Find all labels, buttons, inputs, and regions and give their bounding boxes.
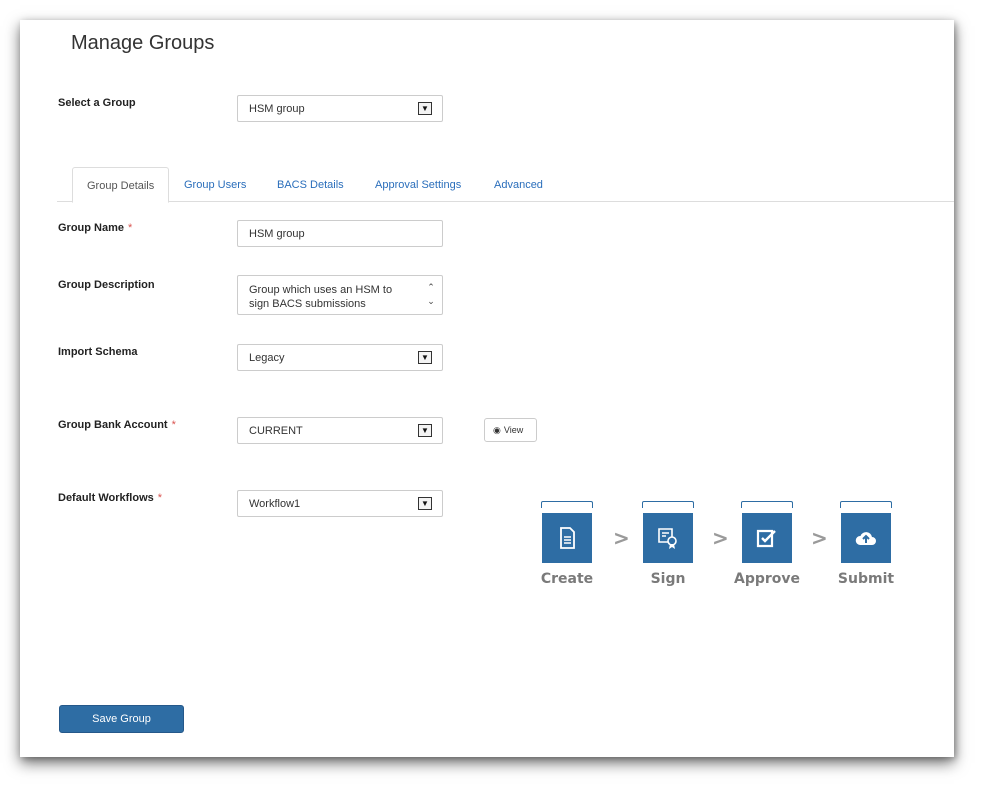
chevron-right-icon: > xyxy=(613,526,630,550)
tab-bacs-details[interactable]: BACS Details xyxy=(277,167,344,203)
group-tabs: Group Details Group Users BACS Details A… xyxy=(57,167,954,203)
step-cap xyxy=(642,501,694,508)
scroll-arrows-icon[interactable]: ⌃ ⌄ xyxy=(426,280,436,310)
step-cap xyxy=(741,501,793,508)
tab-approval-settings[interactable]: Approval Settings xyxy=(375,167,461,203)
cloud-upload-icon xyxy=(855,532,876,545)
group-description-label: Group Description xyxy=(58,279,155,291)
group-name-label: Group Name * xyxy=(58,222,132,234)
view-bank-account-button[interactable]: ◉ View xyxy=(484,418,537,442)
default-workflows-value: Workflow1 xyxy=(249,498,301,510)
step-box xyxy=(742,513,792,563)
step-cap xyxy=(541,501,593,508)
certificate-icon xyxy=(658,528,677,549)
chevron-down-icon: ▼ xyxy=(418,351,432,364)
chevron-down-icon: ▼ xyxy=(418,497,432,510)
required-marker: * xyxy=(157,492,163,504)
group-bank-account-value: CURRENT xyxy=(249,425,303,437)
required-marker: * xyxy=(171,419,176,431)
group-description-textarea[interactable]: Group which uses an HSM to sign BACS sub… xyxy=(237,275,443,315)
chevron-right-icon: > xyxy=(712,526,729,550)
import-schema-label: Import Schema xyxy=(58,346,138,358)
default-workflows-dropdown[interactable]: Workflow1 ▼ xyxy=(237,490,443,517)
group-description-value: Group which uses an HSM to sign BACS sub… xyxy=(249,284,393,310)
step-cap xyxy=(840,501,892,508)
group-name-label-text: Group Name xyxy=(58,222,125,234)
step-label-create: Create xyxy=(540,571,594,587)
select-group-value: HSM group xyxy=(249,103,305,115)
group-bank-account-label-text: Group Bank Account xyxy=(58,419,168,431)
tab-group-details[interactable]: Group Details xyxy=(72,167,170,203)
select-group-dropdown[interactable]: HSM group ▼ xyxy=(237,95,443,122)
eye-icon: ◉ xyxy=(493,425,501,435)
import-schema-value: Legacy xyxy=(249,352,285,364)
chevron-right-icon: > xyxy=(811,526,828,550)
default-workflows-label: Default Workflows * xyxy=(58,492,162,504)
group-bank-account-dropdown[interactable]: CURRENT ▼ xyxy=(237,417,443,444)
chevron-down-icon: ▼ xyxy=(418,102,432,115)
approve-checkbox-icon xyxy=(756,529,776,548)
document-icon xyxy=(560,527,575,549)
save-group-button[interactable]: Save Group xyxy=(59,705,184,733)
manage-groups-panel: Manage Groups Select a Group HSM group ▼… xyxy=(20,20,954,757)
chevron-down-icon: ▼ xyxy=(418,424,432,437)
step-label-submit: Submit xyxy=(837,571,895,587)
tab-group-users[interactable]: Group Users xyxy=(184,167,246,203)
import-schema-dropdown[interactable]: Legacy ▼ xyxy=(237,344,443,371)
group-name-input[interactable]: HSM group xyxy=(237,220,443,247)
page-title: Manage Groups xyxy=(71,32,215,54)
step-box xyxy=(643,513,693,563)
step-label-approve: Approve xyxy=(733,571,801,587)
tab-advanced[interactable]: Advanced xyxy=(494,167,543,203)
required-marker: * xyxy=(128,222,133,234)
default-workflows-label-text: Default Workflows xyxy=(58,492,154,504)
group-bank-account-label: Group Bank Account * xyxy=(58,419,176,431)
step-box xyxy=(542,513,592,563)
step-label-sign: Sign xyxy=(650,571,686,587)
select-group-label: Select a Group xyxy=(58,97,136,109)
step-box xyxy=(841,513,891,563)
view-button-label: View xyxy=(503,425,524,435)
